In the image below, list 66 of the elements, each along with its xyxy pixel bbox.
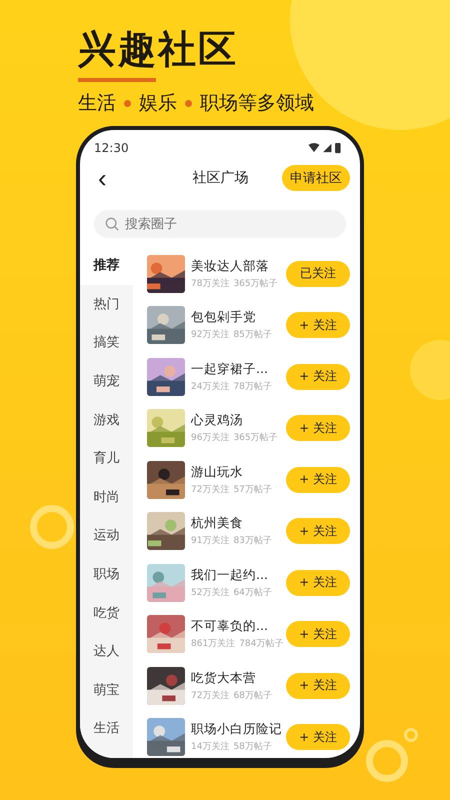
follow-button[interactable]: + 关注 [286, 415, 350, 442]
back-button[interactable]: ‹ [94, 165, 111, 191]
category-tab[interactable]: 推荐 [80, 246, 133, 285]
follower-count: 96万关注 [191, 432, 230, 444]
subtitle-text: 生活 [78, 91, 116, 116]
follow-button[interactable]: + 关注 [286, 621, 350, 648]
follower-count: 72万关注 [191, 484, 230, 496]
follow-button[interactable]: + 关注 [286, 312, 350, 338]
post-count: 83万帖子 [233, 534, 272, 548]
apply-button[interactable]: 申请社区 [282, 165, 350, 191]
follow-button[interactable]: + 关注 [286, 518, 350, 544]
post-count: 784万帖子 [239, 638, 284, 650]
follow-button[interactable]: + 关注 [286, 466, 350, 493]
category-tab[interactable]: 达人 [80, 632, 133, 671]
category-tab[interactable]: 热门 [80, 284, 133, 324]
category-tab[interactable]: 育儿 [80, 438, 133, 478]
category-tab[interactable]: 搞笑 [80, 323, 133, 362]
post-count: 365万帖子 [233, 432, 278, 444]
follow-button[interactable]: + 关注 [286, 570, 350, 596]
community-name: 不可辜负的... [191, 618, 269, 636]
community-name: 杭州美食 [191, 515, 244, 532]
headline: 兴趣社区 [78, 26, 239, 72]
category-tab[interactable]: 萌宠 [80, 362, 133, 400]
follower-count: 861万关注 [191, 638, 236, 650]
post-count: 85万帖子 [233, 328, 272, 342]
dot-separator [185, 100, 192, 106]
follower-count: 24万关注 [191, 380, 230, 393]
post-count: 78万帖子 [233, 380, 272, 393]
follow-button[interactable]: 已关注 [286, 260, 350, 287]
dot-separator [124, 100, 131, 106]
community-name: 一起穿裙子... [191, 360, 269, 378]
category-tab[interactable]: 吃货 [80, 593, 133, 632]
follow-button[interactable]: + 关注 [286, 364, 350, 390]
community-name: 美妆达人部落 [191, 258, 270, 275]
follower-count: 14万关注 [191, 740, 230, 754]
community-name: 职场小白历险记 [191, 721, 283, 738]
post-count: 68万帖子 [233, 690, 272, 702]
post-count: 58万帖子 [233, 740, 272, 754]
subtitle-text: 娱乐 [139, 91, 177, 116]
page-title: 社区广场 [192, 169, 248, 187]
follow-button[interactable]: + 关注 [286, 672, 350, 699]
follower-count: 78万关注 [191, 278, 230, 290]
status-time: 12:30 [94, 141, 129, 155]
follower-count: 92万关注 [191, 328, 230, 342]
category-tab[interactable]: 运动 [80, 516, 133, 555]
status-icons [308, 142, 342, 154]
follower-count: 52万关注 [191, 586, 230, 599]
community-name: 心灵鸡汤 [191, 412, 244, 430]
post-count: 57万帖子 [233, 484, 272, 496]
subtitle-text: 职场等多领域 [200, 91, 314, 116]
follower-count: 91万关注 [191, 534, 230, 548]
category-tab[interactable]: 萌宝 [80, 670, 133, 710]
category-tab[interactable]: 游戏 [80, 400, 133, 439]
community-name: 我们一起约... [191, 566, 269, 584]
category-tab[interactable]: 时尚 [80, 478, 133, 516]
search-icon [105, 217, 119, 231]
community-name: 游山玩水 [191, 464, 244, 481]
follow-button[interactable]: + 关注 [286, 724, 350, 750]
post-count: 365万帖子 [233, 278, 278, 290]
post-count: 64万帖子 [233, 586, 272, 599]
community-name: 吃货大本营 [191, 670, 257, 687]
community-name: 包包剁手党 [191, 309, 257, 326]
search-field[interactable]: 搜索圈子 [94, 210, 346, 238]
follower-count: 72万关注 [191, 690, 230, 702]
category-tab[interactable]: 职场 [80, 554, 133, 594]
category-tab[interactable]: 生活 [80, 709, 133, 748]
